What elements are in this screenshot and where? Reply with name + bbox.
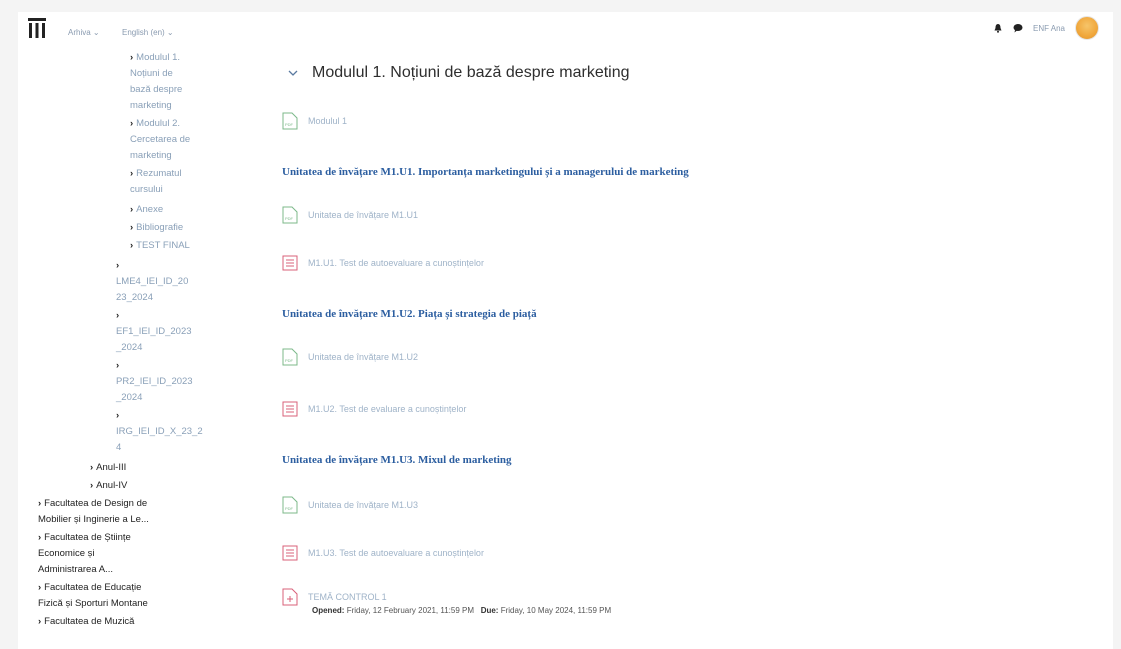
sidebar-item-text[interactable]: Noțiuni de	[130, 66, 173, 82]
chevron-right-icon: ›	[130, 222, 134, 233]
svg-text:PDF: PDF	[285, 506, 294, 511]
activity-label[interactable]: TEMĂ CONTROL 1	[308, 592, 387, 602]
sidebar-item-fac-muzica[interactable]: › Facultatea de Muzică	[38, 614, 134, 630]
activity-label[interactable]: Unitatea de învățare M1.U1	[308, 210, 418, 220]
activity-label[interactable]: M1.U3. Test de autoevaluare a cunoștințe…	[308, 548, 484, 558]
bell-icon[interactable]	[993, 23, 1003, 33]
sidebar-item-anul-iii[interactable]: › Anul-III	[90, 460, 126, 476]
chevron-right-icon[interactable]: ›	[116, 358, 122, 374]
pdf-file-icon: PDF	[282, 348, 298, 366]
activity-module-file[interactable]: PDF Modulul 1	[282, 112, 347, 130]
sidebar-item-text[interactable]: 4	[116, 440, 121, 456]
activity-label[interactable]: Unitatea de învățare M1.U2	[308, 352, 418, 362]
sidebar-item-modul2[interactable]: › Modulul 2.	[130, 116, 180, 132]
sidebar-item-rezumat[interactable]: › Rezumatul	[130, 166, 182, 182]
module-header[interactable]: Modulul 1. Noțiuni de bază despre market…	[288, 64, 630, 82]
user-name[interactable]: ENF Ana	[1033, 24, 1065, 33]
chevron-right-icon: ›	[38, 582, 42, 593]
sidebar-item-anexe[interactable]: › Anexe	[130, 202, 163, 218]
due-label: Due:	[480, 606, 499, 615]
sidebar-item-text[interactable]: _2024	[116, 390, 142, 406]
chevron-right-icon: ›	[130, 240, 134, 251]
sidebar-item-text[interactable]: Cercetarea de	[130, 132, 190, 148]
sidebar-item-text[interactable]: Administrarea A...	[38, 562, 113, 578]
chevron-right-icon: ›	[38, 498, 42, 509]
sidebar-item-text[interactable]: Mobilier și Inginerie a Le...	[38, 512, 149, 528]
pdf-file-icon: PDF	[282, 206, 298, 224]
chevron-right-icon[interactable]: ›	[116, 408, 122, 424]
assignment-icon	[282, 588, 298, 606]
activity-unit-file[interactable]: PDF Unitatea de învățare M1.U3	[282, 496, 418, 514]
quiz-icon	[282, 545, 298, 561]
chevron-right-icon: ›	[90, 462, 94, 473]
menu-arhiva[interactable]: Arhiva ⌄	[68, 28, 100, 37]
activity-label[interactable]: M1.U1. Test de autoevaluare a cunoștințe…	[308, 258, 484, 268]
quiz-icon	[282, 255, 298, 271]
activity-unit-file[interactable]: PDF Unitatea de învățare M1.U2	[282, 348, 418, 366]
sidebar-item-test-final[interactable]: › TEST FINAL	[130, 238, 190, 254]
sidebar-item-text[interactable]: 23_2024	[116, 290, 153, 306]
sidebar-item-bibliografie[interactable]: › Bibliografie	[130, 220, 183, 236]
sidebar-item-fac-design[interactable]: › Facultatea de Design de	[38, 496, 147, 512]
course-index-sidebar: › Modulul 1. Noțiuni de bază despre marke…	[18, 46, 248, 649]
svg-text:PDF: PDF	[285, 216, 294, 221]
chevron-right-icon: ›	[130, 118, 134, 129]
unit-heading: Unitatea de învățare M1.U1. Importanța m…	[282, 166, 689, 178]
sidebar-item-lme4[interactable]: LME4_IEI_ID_20	[116, 274, 188, 290]
course-main: Modulul 1. Noțiuni de bază despre market…	[258, 46, 1113, 649]
chevron-right-icon: ›	[90, 480, 94, 491]
sidebar-item-irg[interactable]: IRG_IEI_ID_X_23_2	[116, 424, 203, 440]
language-menu[interactable]: English (en) ⌄	[122, 28, 174, 37]
svg-text:PDF: PDF	[285, 358, 294, 363]
activity-unit-file[interactable]: PDF Unitatea de învățare M1.U1	[282, 206, 418, 224]
sidebar-item-ef1[interactable]: EF1_IEI_ID_2023	[116, 324, 192, 340]
sidebar-item-text[interactable]: _2024	[116, 340, 142, 356]
sidebar-item-text[interactable]: marketing	[130, 148, 172, 164]
svg-text:PDF: PDF	[285, 122, 294, 127]
opened-date: Friday, 12 February 2021, 11:59 PM	[346, 606, 475, 615]
chevron-right-icon[interactable]: ›	[116, 308, 122, 324]
site-logo-icon[interactable]	[28, 18, 46, 38]
sidebar-item-modul1[interactable]: › Modulul 1.	[130, 50, 180, 66]
sidebar-item-text[interactable]: Fizică și Sporturi Montane	[38, 596, 148, 612]
chevron-right-icon: ›	[130, 52, 134, 63]
module-title: Modulul 1. Noțiuni de bază despre market…	[312, 64, 630, 81]
sidebar-item-fac-educatie[interactable]: › Facultatea de Educație	[38, 580, 141, 596]
due-date: Friday, 10 May 2024, 11:59 PM	[500, 606, 612, 615]
unit-heading: Unitatea de învățare M1.U3. Mixul de mar…	[282, 454, 512, 466]
sidebar-item-text[interactable]: cursului	[130, 182, 163, 198]
pdf-file-icon: PDF	[282, 112, 298, 130]
sidebar-item-fac-stiinte[interactable]: › Facultatea de Științe	[38, 530, 131, 546]
activity-quiz[interactable]: M1.U1. Test de autoevaluare a cunoștințe…	[282, 254, 484, 272]
chevron-right-icon: ›	[38, 532, 42, 543]
activity-quiz[interactable]: M1.U3. Test de autoevaluare a cunoștințe…	[282, 544, 484, 562]
activity-label[interactable]: M1.U2. Test de evaluare a cunoștințelor	[308, 404, 466, 414]
activity-label[interactable]: Unitatea de învățare M1.U3	[308, 500, 418, 510]
activity-quiz[interactable]: M1.U2. Test de evaluare a cunoștințelor	[282, 400, 466, 418]
quiz-icon	[282, 401, 298, 417]
sidebar-item-anul-iv[interactable]: › Anul-IV	[90, 478, 127, 494]
unit-heading: Unitatea de învățare M1.U2. Piața și str…	[282, 308, 537, 320]
chevron-right-icon: ›	[38, 616, 42, 627]
activity-label[interactable]: Modulul 1	[308, 116, 347, 126]
chevron-right-icon[interactable]: ›	[116, 258, 122, 274]
sidebar-item-text[interactable]: bază despre	[130, 82, 182, 98]
sidebar-item-text[interactable]: Economice și	[38, 546, 95, 562]
top-navbar: Arhiva ⌄ English (en) ⌄ ENF Ana	[18, 12, 1113, 46]
page-content: › Modulul 1. Noțiuni de bază despre marke…	[18, 46, 1113, 649]
chevron-right-icon: ›	[130, 168, 134, 179]
assignment-dates: Opened: Friday, 12 February 2021, 11:59 …	[312, 606, 611, 615]
activity-assignment[interactable]: TEMĂ CONTROL 1	[282, 588, 387, 606]
opened-label: Opened:	[312, 606, 345, 615]
chevron-right-icon: ›	[130, 204, 134, 215]
sidebar-item-pr2[interactable]: PR2_IEI_ID_2023	[116, 374, 193, 390]
pdf-file-icon: PDF	[282, 496, 298, 514]
avatar[interactable]	[1075, 16, 1099, 40]
chat-icon[interactable]	[1013, 23, 1023, 33]
chevron-down-icon[interactable]	[288, 68, 298, 78]
sidebar-item-text[interactable]: marketing	[130, 98, 172, 114]
